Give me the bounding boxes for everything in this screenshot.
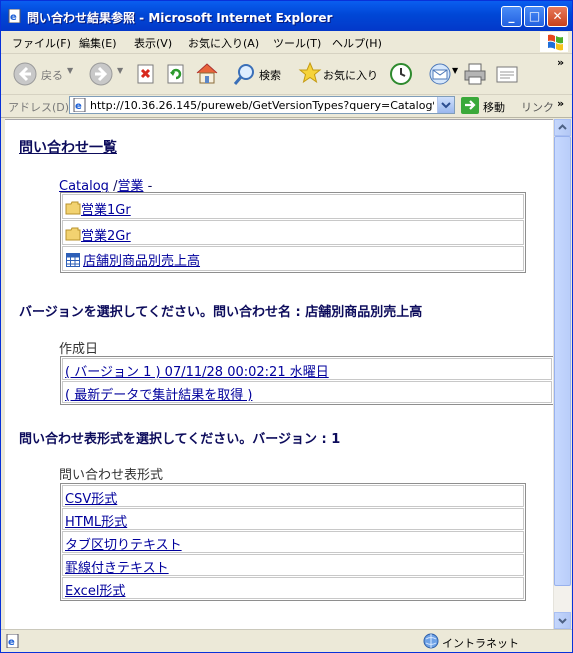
history-icon[interactable]: [389, 62, 413, 86]
forward-arrow-icon[interactable]: [89, 62, 113, 86]
scroll-up-button[interactable]: [554, 119, 571, 136]
scroll-down-button[interactable]: [554, 612, 571, 629]
format-row[interactable]: Excel形式: [62, 577, 524, 599]
windows-logo-icon: [540, 32, 568, 52]
format-table: CSV形式 HTML形式 タブ区切りテキスト 罫線付きテキスト Excel形式: [60, 483, 526, 601]
intranet-zone-icon: [423, 633, 439, 649]
menu-favorites[interactable]: お気に入り(A): [188, 35, 259, 51]
chevron-down-icon: [558, 618, 567, 624]
browser-window: e 問い合わせ結果参照 - Microsoft Internet Explore…: [0, 0, 573, 653]
address-label: アドレス(D): [8, 101, 70, 114]
minimize-button[interactable]: _: [501, 6, 522, 27]
version-link-1[interactable]: ( バージョン 1 ) 07/11/28 00:02:21 水曜日: [65, 361, 329, 380]
format-link-tab-text[interactable]: タブ区切りテキスト: [65, 534, 182, 553]
go-arrow-icon[interactable]: [461, 97, 479, 114]
folder-link-sales2[interactable]: 営業2Gr: [81, 225, 131, 244]
svg-text:e: e: [8, 637, 15, 648]
folder-link-sales1[interactable]: 営業1Gr: [81, 199, 131, 218]
edit-icon[interactable]: [495, 62, 519, 86]
page-icon: e: [73, 98, 86, 112]
page-status-icon: e: [6, 634, 19, 648]
vertical-scrollbar[interactable]: [553, 119, 571, 629]
page-title-link[interactable]: 問い合わせ一覧: [19, 137, 117, 157]
format-column-header: 問い合わせ表形式: [59, 468, 164, 483]
version-link-latest[interactable]: ( 最新データで集計結果を取得 ): [65, 384, 252, 403]
format-heading: 問い合わせ表形式を選択してください。バージョン : 1: [19, 432, 341, 447]
folder-row[interactable]: 営業1Gr: [62, 194, 524, 219]
format-row[interactable]: HTML形式: [62, 508, 524, 530]
folder-row[interactable]: 営業2Gr: [62, 220, 524, 245]
format-link-excel[interactable]: Excel形式: [65, 580, 125, 599]
format-row[interactable]: CSV形式: [62, 485, 524, 507]
format-row[interactable]: タブ区切りテキスト: [62, 531, 524, 553]
format-link-ruled-text[interactable]: 罫線付きテキスト: [65, 557, 169, 576]
query-row[interactable]: 店舗別商品別売上高: [62, 246, 524, 271]
format-link-csv[interactable]: CSV形式: [65, 488, 117, 507]
menu-file[interactable]: ファイル(F): [12, 35, 71, 51]
address-bar: アドレス(D) e http://10.36.26.145/pureweb/Ge…: [1, 95, 572, 118]
refresh-icon[interactable]: [166, 64, 186, 84]
search-label[interactable]: 検索: [259, 67, 281, 83]
svg-text:e: e: [10, 12, 17, 23]
menu-view[interactable]: 表示(V): [134, 35, 172, 51]
format-row[interactable]: 罫線付きテキスト: [62, 554, 524, 576]
version-row[interactable]: ( 最新データで集計結果を取得 ): [62, 381, 552, 403]
folder-icon: [65, 227, 81, 241]
address-dropdown-button[interactable]: [437, 97, 454, 113]
favorites-label[interactable]: お気に入り: [323, 67, 378, 83]
scroll-thumb[interactable]: [554, 136, 571, 586]
mail-icon[interactable]: [428, 62, 452, 86]
address-input[interactable]: e http://10.36.26.145/pureweb/GetVersion…: [69, 96, 455, 114]
mail-dropdown-icon[interactable]: ▼: [452, 66, 458, 75]
version-table: ( バージョン 1 ) 07/11/28 00:02:21 水曜日 ( 最新デー…: [60, 356, 553, 405]
query-link-store-sales[interactable]: 店舗別商品別売上高: [83, 250, 200, 269]
title-bar[interactable]: e 問い合わせ結果参照 - Microsoft Internet Explore…: [1, 1, 572, 31]
version-column-header: 作成日: [59, 342, 99, 357]
security-zone-label: イントラネット: [442, 637, 519, 650]
page-content: 問い合わせ一覧 Catalog /営業 - 営業1Gr 営業2Gr 店舗別商品別…: [5, 119, 553, 630]
back-label[interactable]: 戻る: [41, 67, 63, 83]
search-icon[interactable]: [233, 62, 257, 86]
table-icon: [66, 253, 80, 267]
print-icon[interactable]: [463, 62, 487, 86]
chevron-up-icon: [558, 124, 567, 130]
folder-list-table: 営業1Gr 営業2Gr 店舗別商品別売上高: [60, 192, 526, 273]
folder-icon: [65, 201, 81, 215]
menu-help[interactable]: ヘルプ(H): [332, 35, 382, 51]
format-link-html[interactable]: HTML形式: [65, 511, 127, 530]
status-bar: e イントラネット: [1, 629, 572, 652]
toolbar-more-chevron[interactable]: »: [557, 56, 564, 69]
version-heading: バージョンを選択してください。問い合わせ名 : 店舗別商品別売上高: [19, 305, 423, 320]
links-more-chevron[interactable]: »: [557, 97, 564, 110]
stop-icon[interactable]: [136, 64, 156, 84]
address-url[interactable]: http://10.36.26.145/pureweb/GetVersionTy…: [90, 99, 434, 112]
menu-edit[interactable]: 編集(E): [79, 35, 117, 51]
links-button[interactable]: リンク: [521, 99, 554, 115]
version-row[interactable]: ( バージョン 1 ) 07/11/28 00:02:21 水曜日: [62, 358, 552, 380]
toolbar: 戻る ▼ ▼ 検索 お気に入り ▼ »: [1, 54, 572, 95]
forward-dropdown-icon[interactable]: ▼: [117, 66, 123, 75]
window-title: 問い合わせ結果参照 - Microsoft Internet Explorer: [27, 11, 333, 25]
close-button[interactable]: ✕: [547, 6, 568, 27]
chevron-down-icon: [441, 102, 451, 109]
svg-text:e: e: [75, 101, 82, 112]
back-arrow-icon[interactable]: [13, 62, 37, 86]
go-button[interactable]: 移動: [483, 99, 505, 115]
menu-tools[interactable]: ツール(T): [273, 35, 321, 51]
back-dropdown-icon[interactable]: ▼: [67, 66, 73, 75]
favorites-star-icon[interactable]: [298, 61, 322, 85]
maximize-button[interactable]: □: [524, 6, 545, 27]
menu-bar: ファイル(F) 編集(E) 表示(V) お気に入り(A) ツール(T) ヘルプ(…: [1, 31, 572, 54]
ie-page-icon: e: [8, 9, 21, 23]
home-icon[interactable]: [195, 61, 219, 85]
